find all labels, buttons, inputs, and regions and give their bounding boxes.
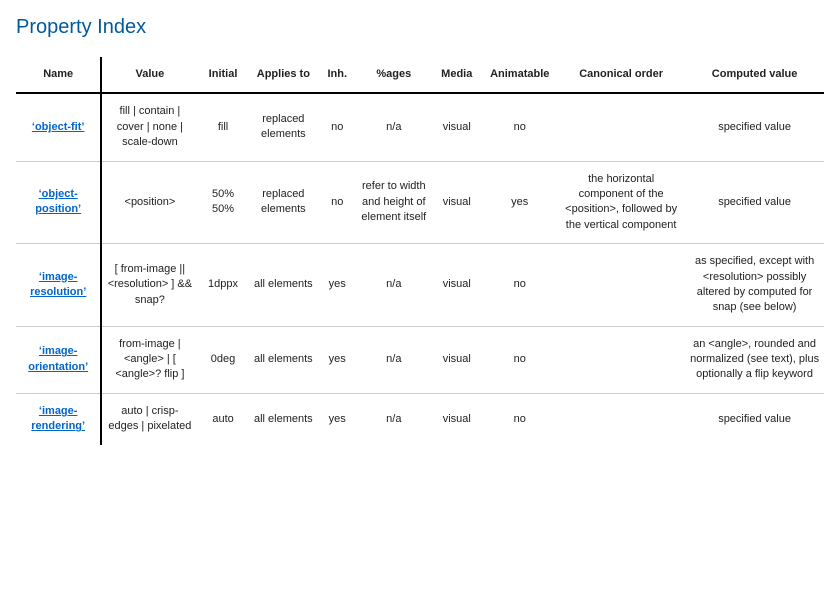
table-row: ‘image-rendering’ auto | crisp-edges | pi… <box>16 393 824 444</box>
property-link[interactable]: ‘object-fit’ <box>32 121 85 133</box>
cell-initial: 0deg <box>197 326 248 393</box>
col-name: Name <box>16 57 101 93</box>
col-value: Value <box>101 57 197 93</box>
property-link[interactable]: ‘image-rendering’ <box>31 405 85 432</box>
col-canonical: Canonical order <box>557 57 685 93</box>
cell-applies-to: all elements <box>249 393 318 444</box>
cell-percentages: n/a <box>356 244 431 327</box>
cell-media: visual <box>431 93 482 161</box>
cell-inherited: no <box>318 161 356 244</box>
cell-name: ‘image-orientation’ <box>16 326 101 393</box>
cell-percentages: refer to width and height of element its… <box>356 161 431 244</box>
table-header-row: Name Value Initial Applies to Inh. %ages… <box>16 57 824 93</box>
cell-media: visual <box>431 161 482 244</box>
table-row: ‘image-resolution’ [ from-image || <resol… <box>16 244 824 327</box>
cell-name: ‘image-resolution’ <box>16 244 101 327</box>
cell-computed: as specified, except with <resolution> p… <box>685 244 824 327</box>
cell-name: ‘object-fit’ <box>16 93 101 161</box>
cell-animatable: no <box>482 393 557 444</box>
cell-name: ‘object-position’ <box>16 161 101 244</box>
property-index-table: Name Value Initial Applies to Inh. %ages… <box>16 57 824 445</box>
col-animatable: Animatable <box>482 57 557 93</box>
col-computed: Computed value <box>685 57 824 93</box>
col-inherited: Inh. <box>318 57 356 93</box>
cell-inherited: yes <box>318 244 356 327</box>
cell-computed: specified value <box>685 393 824 444</box>
cell-canonical <box>557 393 685 444</box>
property-link[interactable]: ‘image-orientation’ <box>28 345 88 372</box>
cell-name: ‘image-rendering’ <box>16 393 101 444</box>
cell-inherited: yes <box>318 326 356 393</box>
col-initial: Initial <box>197 57 248 93</box>
cell-applies-to: all elements <box>249 326 318 393</box>
col-media: Media <box>431 57 482 93</box>
cell-animatable: no <box>482 326 557 393</box>
cell-initial: fill <box>197 93 248 161</box>
cell-value: [ from-image || <resolution> ] && snap? <box>101 244 197 327</box>
cell-media: visual <box>431 326 482 393</box>
cell-initial: 50% 50% <box>197 161 248 244</box>
cell-canonical <box>557 244 685 327</box>
cell-animatable: yes <box>482 161 557 244</box>
cell-animatable: no <box>482 93 557 161</box>
cell-canonical: the horizontal component of the <positio… <box>557 161 685 244</box>
cell-percentages: n/a <box>356 93 431 161</box>
cell-value: <position> <box>101 161 197 244</box>
cell-computed: specified value <box>685 161 824 244</box>
cell-initial: auto <box>197 393 248 444</box>
table-row: ‘image-orientation’ from-image | <angle> … <box>16 326 824 393</box>
cell-media: visual <box>431 244 482 327</box>
cell-value: from-image | <angle> | [ <angle>? flip ] <box>101 326 197 393</box>
cell-value: auto | crisp-edges | pixelated <box>101 393 197 444</box>
cell-media: visual <box>431 393 482 444</box>
property-link[interactable]: ‘object-position’ <box>35 188 81 215</box>
cell-applies-to: replaced elements <box>249 161 318 244</box>
col-percent: %ages <box>356 57 431 93</box>
cell-computed: specified value <box>685 93 824 161</box>
cell-canonical <box>557 93 685 161</box>
cell-applies-to: replaced elements <box>249 93 318 161</box>
cell-percentages: n/a <box>356 326 431 393</box>
cell-animatable: no <box>482 244 557 327</box>
cell-inherited: yes <box>318 393 356 444</box>
cell-value: fill | contain | cover | none | scale-do… <box>101 93 197 161</box>
cell-percentages: n/a <box>356 393 431 444</box>
cell-inherited: no <box>318 93 356 161</box>
col-applies-to: Applies to <box>249 57 318 93</box>
table-row: ‘object-position’ <position>50% 50%replac… <box>16 161 824 244</box>
page-title: Property Index <box>16 16 824 39</box>
cell-applies-to: all elements <box>249 244 318 327</box>
cell-computed: an <angle>, rounded and normalized (see … <box>685 326 824 393</box>
property-link[interactable]: ‘image-resolution’ <box>30 271 86 298</box>
cell-initial: 1dppx <box>197 244 248 327</box>
table-row: ‘object-fit’ fill | contain | cover | non… <box>16 93 824 161</box>
cell-canonical <box>557 326 685 393</box>
